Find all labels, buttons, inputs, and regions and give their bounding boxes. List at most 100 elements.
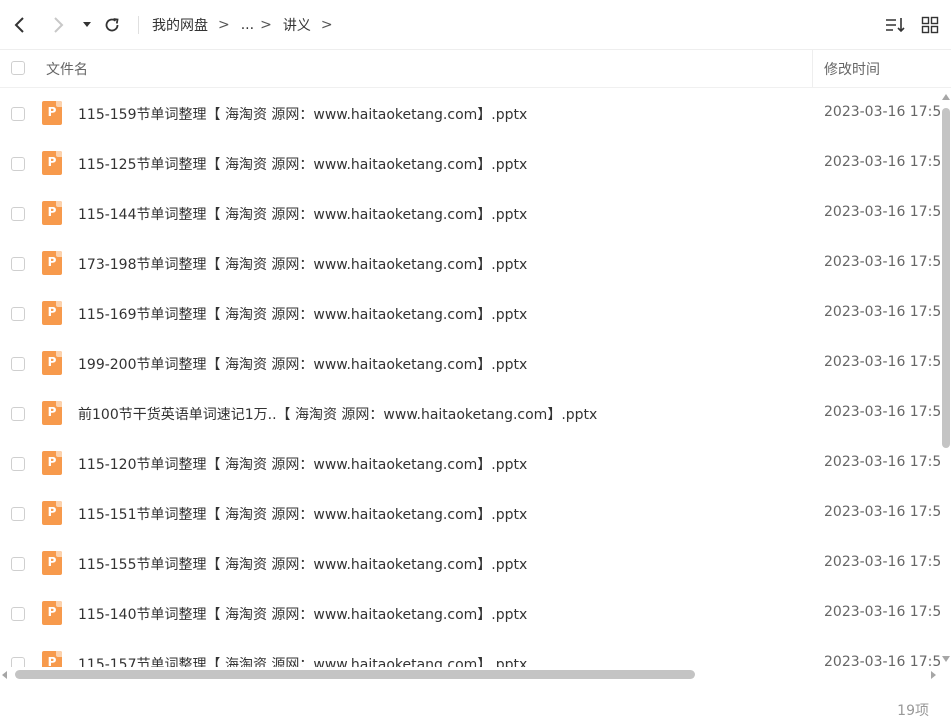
file-name[interactable]: 115-159节单词整理【 海淘资 源网：www.haitaoketang.co… <box>78 104 527 124</box>
chevron-right-icon <box>54 17 64 33</box>
file-row[interactable]: P 115-125节单词整理【 海淘资 源网：www.haitaoketang.c… <box>0 139 940 189</box>
file-row[interactable]: P 115-120节单词整理【 海淘资 源网：www.haitaoketang.c… <box>0 439 940 489</box>
row-checkbox[interactable] <box>11 307 25 321</box>
row-checkbox[interactable] <box>11 257 25 271</box>
vertical-scrollbar-thumb[interactable] <box>942 108 950 448</box>
file-modified-time: 2023-03-16 17:59 <box>824 304 940 320</box>
file-name[interactable]: 115-157节单词整理【 海淘资 源网：www.haitaoketang.co… <box>78 654 527 667</box>
horizontal-scrollbar[interactable] <box>0 668 940 680</box>
sort-button[interactable] <box>883 13 907 37</box>
file-icon-letter: P <box>47 605 57 619</box>
breadcrumb-item-ellipsis[interactable]: ... <box>241 17 254 33</box>
file-name[interactable]: 115-125节单词整理【 海淘资 源网：www.haitaoketang.co… <box>78 154 527 174</box>
file-name[interactable]: 115-140节单词整理【 海淘资 源网：www.haitaoketang.co… <box>78 604 527 624</box>
grid-view-icon <box>921 16 939 34</box>
file-icon-letter: P <box>47 355 57 369</box>
file-icon-letter: P <box>47 105 57 119</box>
file-icon-letter: P <box>47 505 57 519</box>
row-checkbox[interactable] <box>11 507 25 521</box>
horizontal-scrollbar-thumb[interactable] <box>15 670 695 679</box>
file-modified-time: 2023-03-16 17:59 <box>824 404 940 420</box>
scroll-left-arrow-icon[interactable] <box>2 671 7 679</box>
file-icon-letter: P <box>47 255 57 269</box>
file-row[interactable]: P 前100节干货英语单词速记1万..【 海淘资 源网：www.haitaoket… <box>0 389 940 439</box>
file-row[interactable]: P 199-200节单词整理【 海淘资 源网：www.haitaoketang.c… <box>0 339 940 389</box>
pptx-file-icon: P <box>42 601 62 625</box>
chevron-left-icon <box>14 17 24 33</box>
breadcrumb-item-root[interactable]: 我的网盘 <box>152 15 208 35</box>
file-icon-letter: P <box>47 555 57 569</box>
file-name[interactable]: 115-155节单词整理【 海淘资 源网：www.haitaoketang.co… <box>78 554 527 574</box>
back-button[interactable] <box>8 13 32 37</box>
file-name[interactable]: 前100节干货英语单词速记1万..【 海淘资 源网：www.haitaoketa… <box>78 404 597 424</box>
file-row[interactable]: P 115-159节单词整理【 海淘资 源网：www.haitaoketang.c… <box>0 89 940 139</box>
file-row[interactable]: P 115-144节单词整理【 海淘资 源网：www.haitaoketang.c… <box>0 189 940 239</box>
row-checkbox[interactable] <box>11 107 25 121</box>
refresh-icon <box>105 18 119 32</box>
file-modified-time: 2023-03-16 17:59 <box>824 154 940 170</box>
file-row[interactable]: P 115-157节单词整理【 海淘资 源网：www.haitaoketang.c… <box>0 639 940 667</box>
file-modified-time: 2023-03-16 17:59 <box>824 654 940 667</box>
file-modified-time: 2023-03-16 17:59 <box>824 604 940 620</box>
column-header-modified-time[interactable]: 修改时间 <box>824 59 880 79</box>
file-name[interactable]: 115-169节单词整理【 海淘资 源网：www.haitaoketang.co… <box>78 304 527 324</box>
row-checkbox[interactable] <box>11 157 25 171</box>
file-name[interactable]: 115-144节单词整理【 海淘资 源网：www.haitaoketang.co… <box>78 204 527 224</box>
row-checkbox[interactable] <box>11 657 25 667</box>
row-checkbox[interactable] <box>11 407 25 421</box>
file-modified-time: 2023-03-16 17:59 <box>824 104 940 120</box>
row-checkbox[interactable] <box>11 357 25 371</box>
pptx-file-icon: P <box>42 301 62 325</box>
history-dropdown-button[interactable] <box>80 13 94 37</box>
file-name[interactable]: 173-198节单词整理【 海淘资 源网：www.haitaoketang.co… <box>78 254 527 274</box>
item-count: 19项 <box>897 703 929 719</box>
pptx-file-icon: P <box>42 651 62 667</box>
file-modified-time: 2023-03-16 17:59 <box>824 254 940 270</box>
pptx-file-icon: P <box>42 501 62 525</box>
row-checkbox[interactable] <box>11 457 25 471</box>
file-name[interactable]: 115-151节单词整理【 海淘资 源网：www.haitaoketang.co… <box>78 504 527 524</box>
file-row[interactable]: P 115-155节单词整理【 海淘资 源网：www.haitaoketang.c… <box>0 539 940 589</box>
pptx-file-icon: P <box>42 101 62 125</box>
file-modified-time: 2023-03-16 17:59 <box>824 554 940 570</box>
toolbar: 我的网盘 > ... > 讲义 > <box>0 0 951 50</box>
grid-view-button[interactable] <box>918 13 942 37</box>
pptx-file-icon: P <box>42 151 62 175</box>
toolbar-divider <box>138 16 139 34</box>
file-row[interactable]: P 115-140节单词整理【 海淘资 源网：www.haitaoketang.c… <box>0 589 940 639</box>
column-divider[interactable] <box>812 50 813 87</box>
file-row[interactable]: P 173-198节单词整理【 海淘资 源网：www.haitaoketang.c… <box>0 239 940 289</box>
file-name[interactable]: 199-200节单词整理【 海淘资 源网：www.haitaoketang.co… <box>78 354 527 374</box>
pptx-file-icon: P <box>42 551 62 575</box>
file-icon-letter: P <box>47 405 57 419</box>
pptx-file-icon: P <box>42 401 62 425</box>
breadcrumb-item-current[interactable]: 讲义 <box>283 15 311 35</box>
scroll-down-arrow-icon[interactable] <box>942 656 950 662</box>
file-modified-time: 2023-03-16 17:59 <box>824 504 940 520</box>
forward-button[interactable] <box>46 13 70 37</box>
row-checkbox[interactable] <box>11 207 25 221</box>
select-all-checkbox[interactable] <box>11 61 25 75</box>
vertical-scrollbar[interactable] <box>941 94 951 662</box>
file-icon-letter: P <box>47 455 57 469</box>
breadcrumb-separator: > <box>218 17 230 33</box>
file-icon-letter: P <box>47 305 57 319</box>
scroll-right-arrow-icon[interactable] <box>931 671 936 679</box>
file-row[interactable]: P 115-151节单词整理【 海淘资 源网：www.haitaoketang.c… <box>0 489 940 539</box>
status-bar: 19项 <box>0 690 951 726</box>
breadcrumb: 我的网盘 > ... > 讲义 > <box>152 14 344 36</box>
pptx-file-icon: P <box>42 251 62 275</box>
file-icon-letter: P <box>47 205 57 219</box>
column-header-name[interactable]: 文件名 <box>46 59 88 79</box>
breadcrumb-separator: > <box>320 17 333 33</box>
file-row[interactable]: P 115-169节单词整理【 海淘资 源网：www.haitaoketang.c… <box>0 289 940 339</box>
sort-list-icon <box>886 18 905 33</box>
scroll-up-arrow-icon[interactable] <box>942 94 950 100</box>
row-checkbox[interactable] <box>11 557 25 571</box>
file-icon-letter: P <box>47 155 57 169</box>
file-modified-time: 2023-03-16 17:59 <box>824 354 940 370</box>
refresh-button[interactable] <box>100 13 124 37</box>
file-list-header: 文件名 修改时间 <box>0 50 951 88</box>
file-name[interactable]: 115-120节单词整理【 海淘资 源网：www.haitaoketang.co… <box>78 454 527 474</box>
row-checkbox[interactable] <box>11 607 25 621</box>
